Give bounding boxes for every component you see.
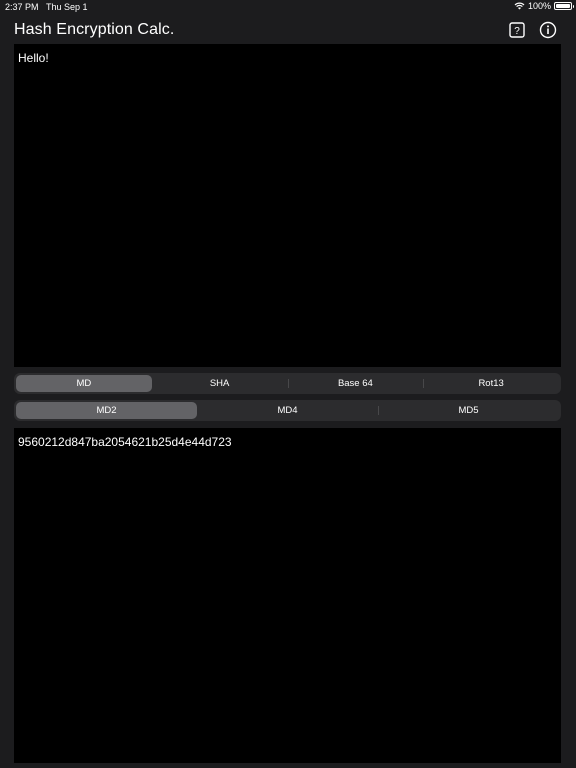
help-button[interactable]: ? (507, 20, 527, 40)
battery-level (556, 4, 570, 8)
segment-md[interactable]: MD (16, 375, 152, 392)
info-button[interactable] (538, 20, 558, 40)
algorithm-variant-selector: MD2 MD4 MD5 (14, 400, 561, 421)
page-title: Hash Encryption Calc. (14, 21, 175, 38)
status-time: 2:37 PM (5, 2, 39, 12)
segment-sha[interactable]: SHA (152, 375, 288, 392)
status-date: Thu Sep 1 (46, 2, 88, 12)
segment-md4[interactable]: MD4 (197, 402, 378, 419)
wifi-icon (514, 2, 525, 10)
svg-text:?: ? (514, 26, 520, 37)
segment-rot13[interactable]: Rot13 (423, 375, 559, 392)
app-screen: 2:37 PM Thu Sep 1 100% Hash Encryption C… (0, 0, 576, 768)
battery-icon (554, 2, 574, 10)
input-text-area[interactable]: Hello! (14, 44, 561, 367)
status-indicators: 100% (514, 1, 574, 11)
segment-md2[interactable]: MD2 (16, 402, 197, 419)
algorithm-family-selector: MD SHA Base 64 Rot13 (14, 373, 561, 394)
output-text-area[interactable]: 9560212d847ba2054621b25d4e44d723 (14, 428, 561, 763)
navigation-bar: Hash Encryption Calc. ? (0, 16, 576, 44)
status-bar: 2:37 PM Thu Sep 1 100% (0, 0, 576, 14)
battery-percentage: 100% (527, 1, 551, 11)
info-icon (539, 21, 557, 39)
segment-md5[interactable]: MD5 (378, 402, 559, 419)
help-question-icon: ? (509, 22, 525, 38)
segment-base-64[interactable]: Base 64 (287, 375, 424, 392)
